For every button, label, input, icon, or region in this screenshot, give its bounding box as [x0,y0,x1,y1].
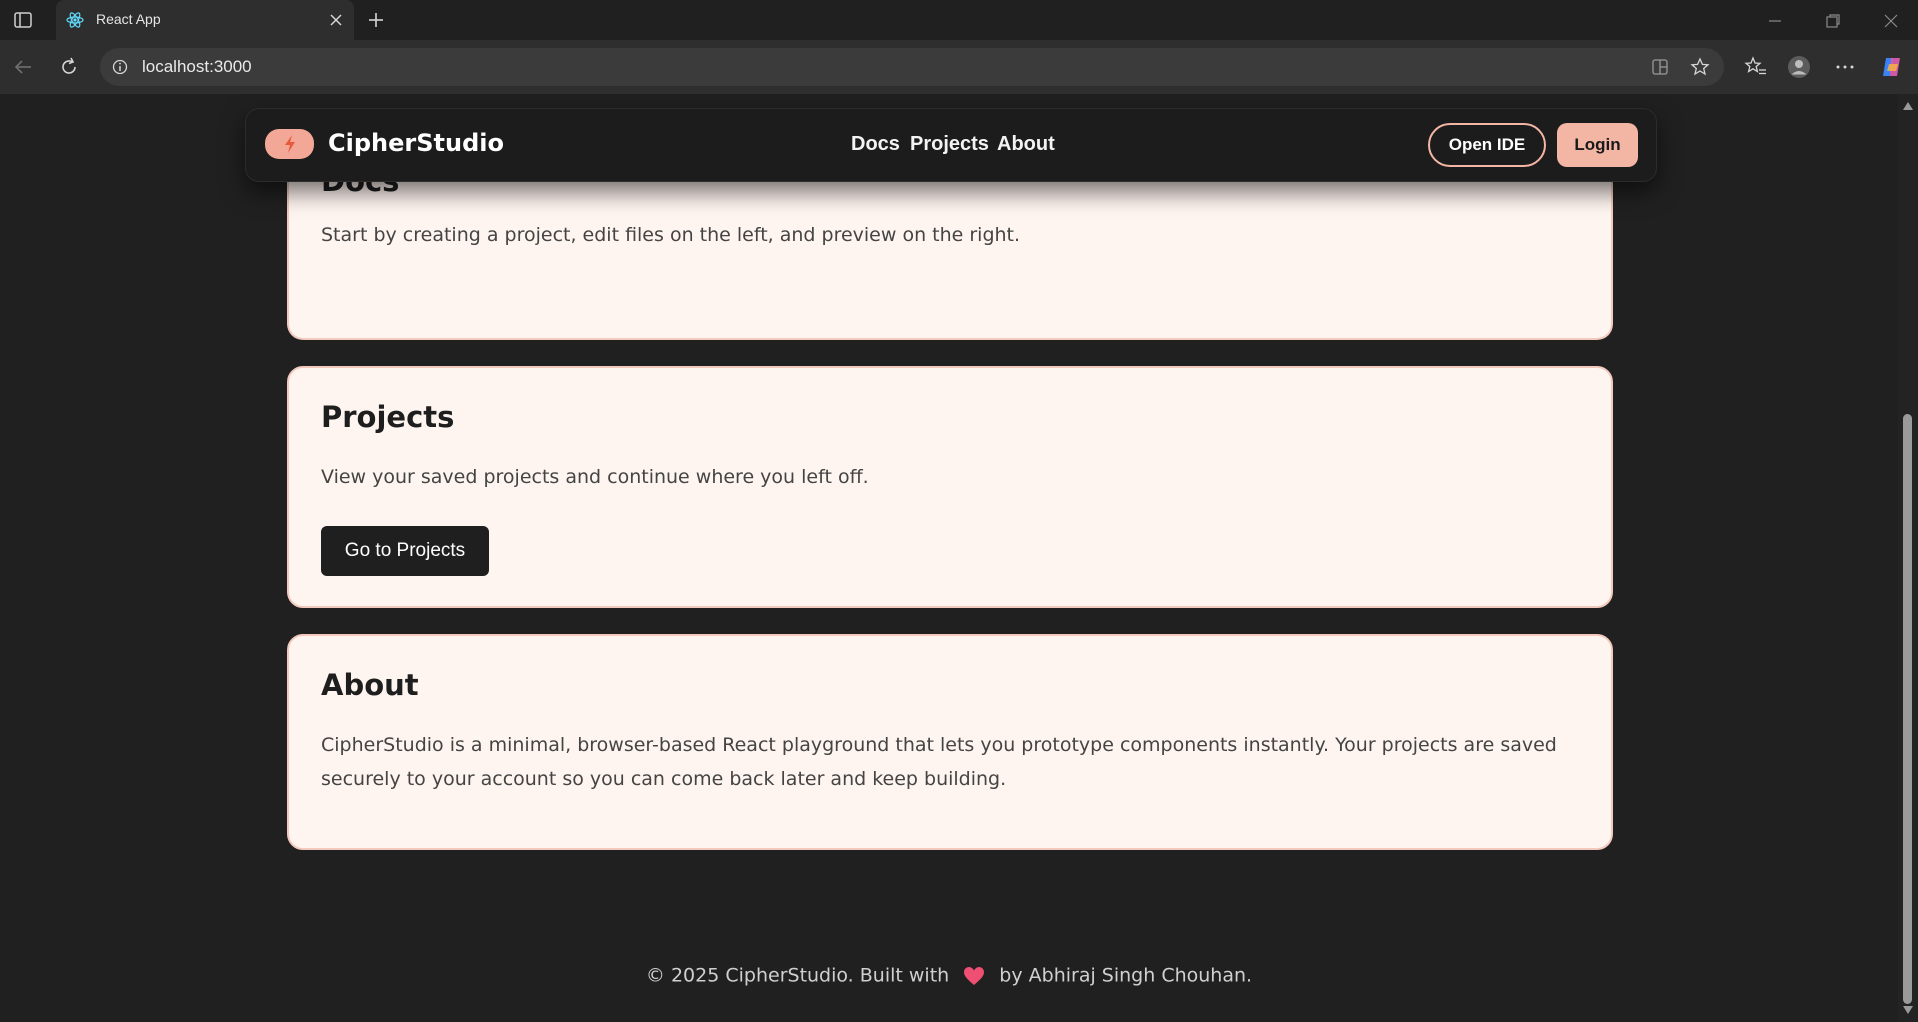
nav-link-about[interactable]: About [997,133,1055,156]
lightning-bolt-icon [285,135,295,153]
page-viewport: Docs Start by creating a project, edit f… [0,94,1898,1022]
projects-text: View your saved projects and continue wh… [321,466,869,488]
sidebar-toggle-icon[interactable] [13,10,33,30]
docs-text: Start by creating a project, edit files … [321,224,1021,246]
scroll-down-arrow-icon[interactable] [1903,1006,1913,1014]
browser-tab-bar: React App [0,0,1918,40]
browser-tab-active[interactable]: React App [56,0,354,40]
logo-badge[interactable] [265,129,314,159]
footer-text-after: by Abhiraj Singh Chouhan. [999,964,1253,987]
go-to-projects-button[interactable]: Go to Projects [321,526,489,576]
scroll-up-arrow-icon[interactable] [1903,102,1913,110]
refresh-icon[interactable] [58,56,80,78]
profile-avatar-icon[interactable] [1787,55,1811,79]
close-window-icon[interactable] [1882,12,1900,30]
back-arrow-icon[interactable] [12,56,34,78]
browser-toolbar: localhost:3000 [0,40,1918,94]
site-info-icon[interactable] [112,59,128,75]
url-text[interactable]: localhost:3000 [142,57,252,77]
projects-section: Projects View your saved projects and co… [287,366,1613,608]
react-favicon-icon [66,12,84,28]
favorites-icon[interactable] [1744,55,1768,79]
about-section: About CipherStudio is a minimal, browser… [287,634,1613,850]
open-ide-button[interactable]: Open IDE [1428,123,1546,167]
more-options-icon[interactable] [1833,55,1857,79]
app-available-icon[interactable] [1650,57,1670,77]
address-bar[interactable]: localhost:3000 [100,48,1724,86]
footer-text-before: © 2025 CipherStudio. Built with [645,964,950,987]
close-tab-icon[interactable] [328,12,344,28]
about-title: About [321,668,419,702]
nav-link-projects[interactable]: Projects [910,133,989,156]
projects-title: Projects [321,400,455,434]
minimize-window-icon[interactable] [1766,12,1784,30]
nav-link-docs[interactable]: Docs [851,133,900,156]
scrollbar-thumb[interactable] [1903,414,1912,1004]
new-tab-icon[interactable] [366,10,386,30]
brand-name[interactable]: CipherStudio [328,129,504,157]
page-scrollbar[interactable] [1898,94,1918,1022]
copilot-icon[interactable] [1880,55,1904,79]
heart-icon [964,966,985,985]
restore-window-icon[interactable] [1824,12,1842,30]
site-header: CipherStudio Docs Projects About Open ID… [245,108,1657,182]
login-button[interactable]: Login [1557,123,1638,167]
favorite-star-icon[interactable] [1690,57,1710,77]
tab-title: React App [96,11,161,27]
page-footer: © 2025 CipherStudio. Built with by Abhir… [0,964,1898,987]
about-text: CipherStudio is a minimal, browser-based… [321,734,1557,790]
